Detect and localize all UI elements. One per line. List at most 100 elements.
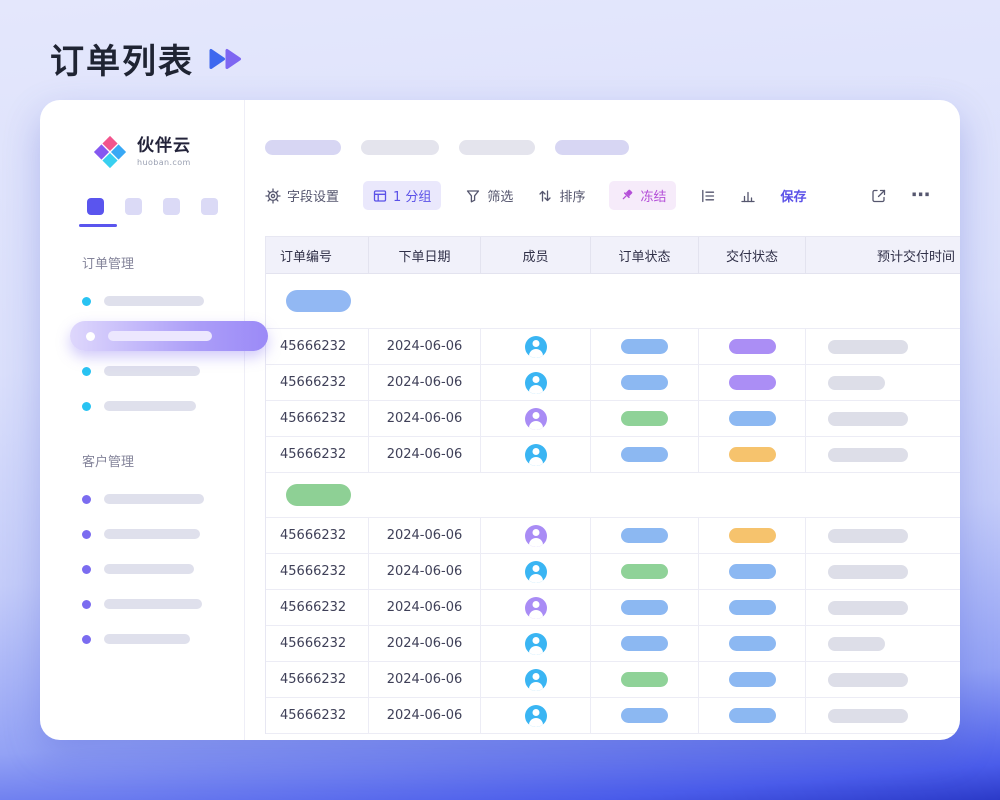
cell-eta — [806, 662, 960, 697]
order-status-pill — [621, 672, 668, 687]
page-title: 订单列表 — [50, 34, 194, 83]
filter-button[interactable]: 筛选 — [465, 186, 513, 205]
column-header-member[interactable]: 成员 — [481, 237, 591, 273]
column-header-delivery-status[interactable]: 交付状态 — [699, 237, 806, 273]
member-avatar — [525, 669, 547, 691]
sidebar-item[interactable] — [82, 286, 244, 316]
sidebar: 伙伴云 huoban.com 订单管理 — [40, 100, 245, 740]
sidebar-item[interactable] — [82, 589, 244, 619]
cell-order-no: 45666232 — [266, 554, 369, 589]
delivery-status-pill — [729, 528, 776, 543]
table-row[interactable]: 45666232 2024-06-06 — [266, 662, 960, 698]
table-row[interactable]: 45666232 2024-06-06 — [266, 554, 960, 590]
field-settings-button[interactable]: 字段设置 — [265, 186, 339, 205]
cell-order-date: 2024-06-06 — [369, 554, 481, 589]
order-status-pill — [621, 411, 668, 426]
logo-domain: huoban.com — [137, 158, 191, 167]
page-background: 订单列表 伙伴云 huoban.com — [0, 0, 1000, 800]
cell-order-no: 45666232 — [266, 698, 369, 733]
delivery-status-pill — [729, 600, 776, 615]
sort-button[interactable]: 排序 — [537, 186, 585, 205]
delivery-status-pill — [729, 672, 776, 687]
logo-icon — [92, 134, 128, 170]
app-window: 伙伴云 huoban.com 订单管理 — [40, 100, 960, 740]
table-row[interactable]: 45666232 2024-06-06 — [266, 401, 960, 437]
sidebar-item-placeholder — [104, 296, 204, 306]
bullet-dot-icon — [82, 600, 91, 609]
row-height-button[interactable] — [700, 188, 716, 204]
eta-placeholder-pill — [828, 709, 908, 723]
eta-placeholder-pill — [828, 340, 908, 354]
share-button[interactable] — [871, 188, 887, 204]
sidebar-item-placeholder — [104, 494, 204, 504]
cell-eta — [806, 329, 960, 364]
sidebar-item[interactable] — [82, 391, 244, 421]
delivery-status-pill — [729, 339, 776, 354]
group-pill[interactable] — [286, 484, 351, 506]
group-grid-icon — [373, 189, 387, 203]
member-avatar — [525, 633, 547, 655]
eta-placeholder-pill — [828, 376, 885, 390]
sidebar-tab-1[interactable] — [87, 198, 104, 215]
cell-member — [481, 329, 591, 364]
group-header-row[interactable] — [266, 473, 960, 518]
cell-eta — [806, 590, 960, 625]
order-status-pill — [621, 528, 668, 543]
group-pill[interactable] — [286, 290, 351, 312]
table-row[interactable]: 45666232 2024-06-06 — [266, 365, 960, 401]
table-row[interactable]: 45666232 2024-06-06 — [266, 590, 960, 626]
sidebar-item-active[interactable] — [70, 321, 268, 351]
column-header-order-status[interactable]: 订单状态 — [591, 237, 699, 273]
logo: 伙伴云 huoban.com — [92, 134, 244, 170]
field-settings-label: 字段设置 — [287, 186, 339, 205]
cell-member — [481, 626, 591, 661]
sidebar-item-placeholder — [104, 529, 200, 539]
table-row[interactable]: 45666232 2024-06-06 — [266, 437, 960, 473]
cell-member — [481, 554, 591, 589]
sidebar-tab-2[interactable] — [125, 198, 142, 215]
cell-eta — [806, 626, 960, 661]
sidebar-item[interactable] — [82, 356, 244, 386]
delivery-status-pill — [729, 636, 776, 651]
sidebar-item[interactable] — [82, 624, 244, 654]
cell-order-status — [591, 590, 699, 625]
cell-eta — [806, 365, 960, 400]
column-header-order-no[interactable]: 订单编号 — [266, 237, 369, 273]
table-row[interactable]: 45666232 2024-06-06 — [266, 698, 960, 734]
cell-delivery-status — [699, 590, 806, 625]
column-header-eta[interactable]: 预计交付时间 — [806, 237, 960, 273]
member-avatar — [525, 336, 547, 358]
group-button[interactable]: 1 分组 — [363, 181, 441, 210]
breadcrumb-placeholder — [361, 140, 439, 155]
cell-order-status — [591, 329, 699, 364]
eta-placeholder-pill — [828, 529, 908, 543]
sidebar-item[interactable] — [82, 484, 244, 514]
table-row[interactable]: 45666232 2024-06-06 — [266, 518, 960, 554]
cell-order-date: 2024-06-06 — [369, 698, 481, 733]
order-status-pill — [621, 339, 668, 354]
cell-order-no: 45666232 — [266, 518, 369, 553]
sidebar-item[interactable] — [82, 519, 244, 549]
table-row[interactable]: 45666232 2024-06-06 — [266, 329, 960, 365]
cell-order-date: 2024-06-06 — [369, 329, 481, 364]
delivery-status-pill — [729, 564, 776, 579]
cell-eta — [806, 554, 960, 589]
freeze-button[interactable]: 冻结 — [609, 181, 676, 210]
sidebar-tab-4[interactable] — [201, 198, 218, 215]
pin-icon — [619, 188, 634, 203]
more-button[interactable]: ⋯ — [911, 186, 930, 205]
eta-placeholder-pill — [828, 673, 908, 687]
cell-order-no: 45666232 — [266, 437, 369, 472]
bullet-dot-icon — [86, 332, 95, 341]
cell-order-date: 2024-06-06 — [369, 518, 481, 553]
table-row[interactable]: 45666232 2024-06-06 — [266, 626, 960, 662]
column-header-order-date[interactable]: 下单日期 — [369, 237, 481, 273]
sidebar-tab-3[interactable] — [163, 198, 180, 215]
save-button[interactable]: 保存 — [780, 186, 806, 205]
chart-view-button[interactable] — [740, 188, 756, 204]
delivery-status-pill — [729, 708, 776, 723]
member-avatar — [525, 525, 547, 547]
group-header-row[interactable] — [266, 274, 960, 329]
order-status-pill — [621, 564, 668, 579]
sidebar-item[interactable] — [82, 554, 244, 584]
